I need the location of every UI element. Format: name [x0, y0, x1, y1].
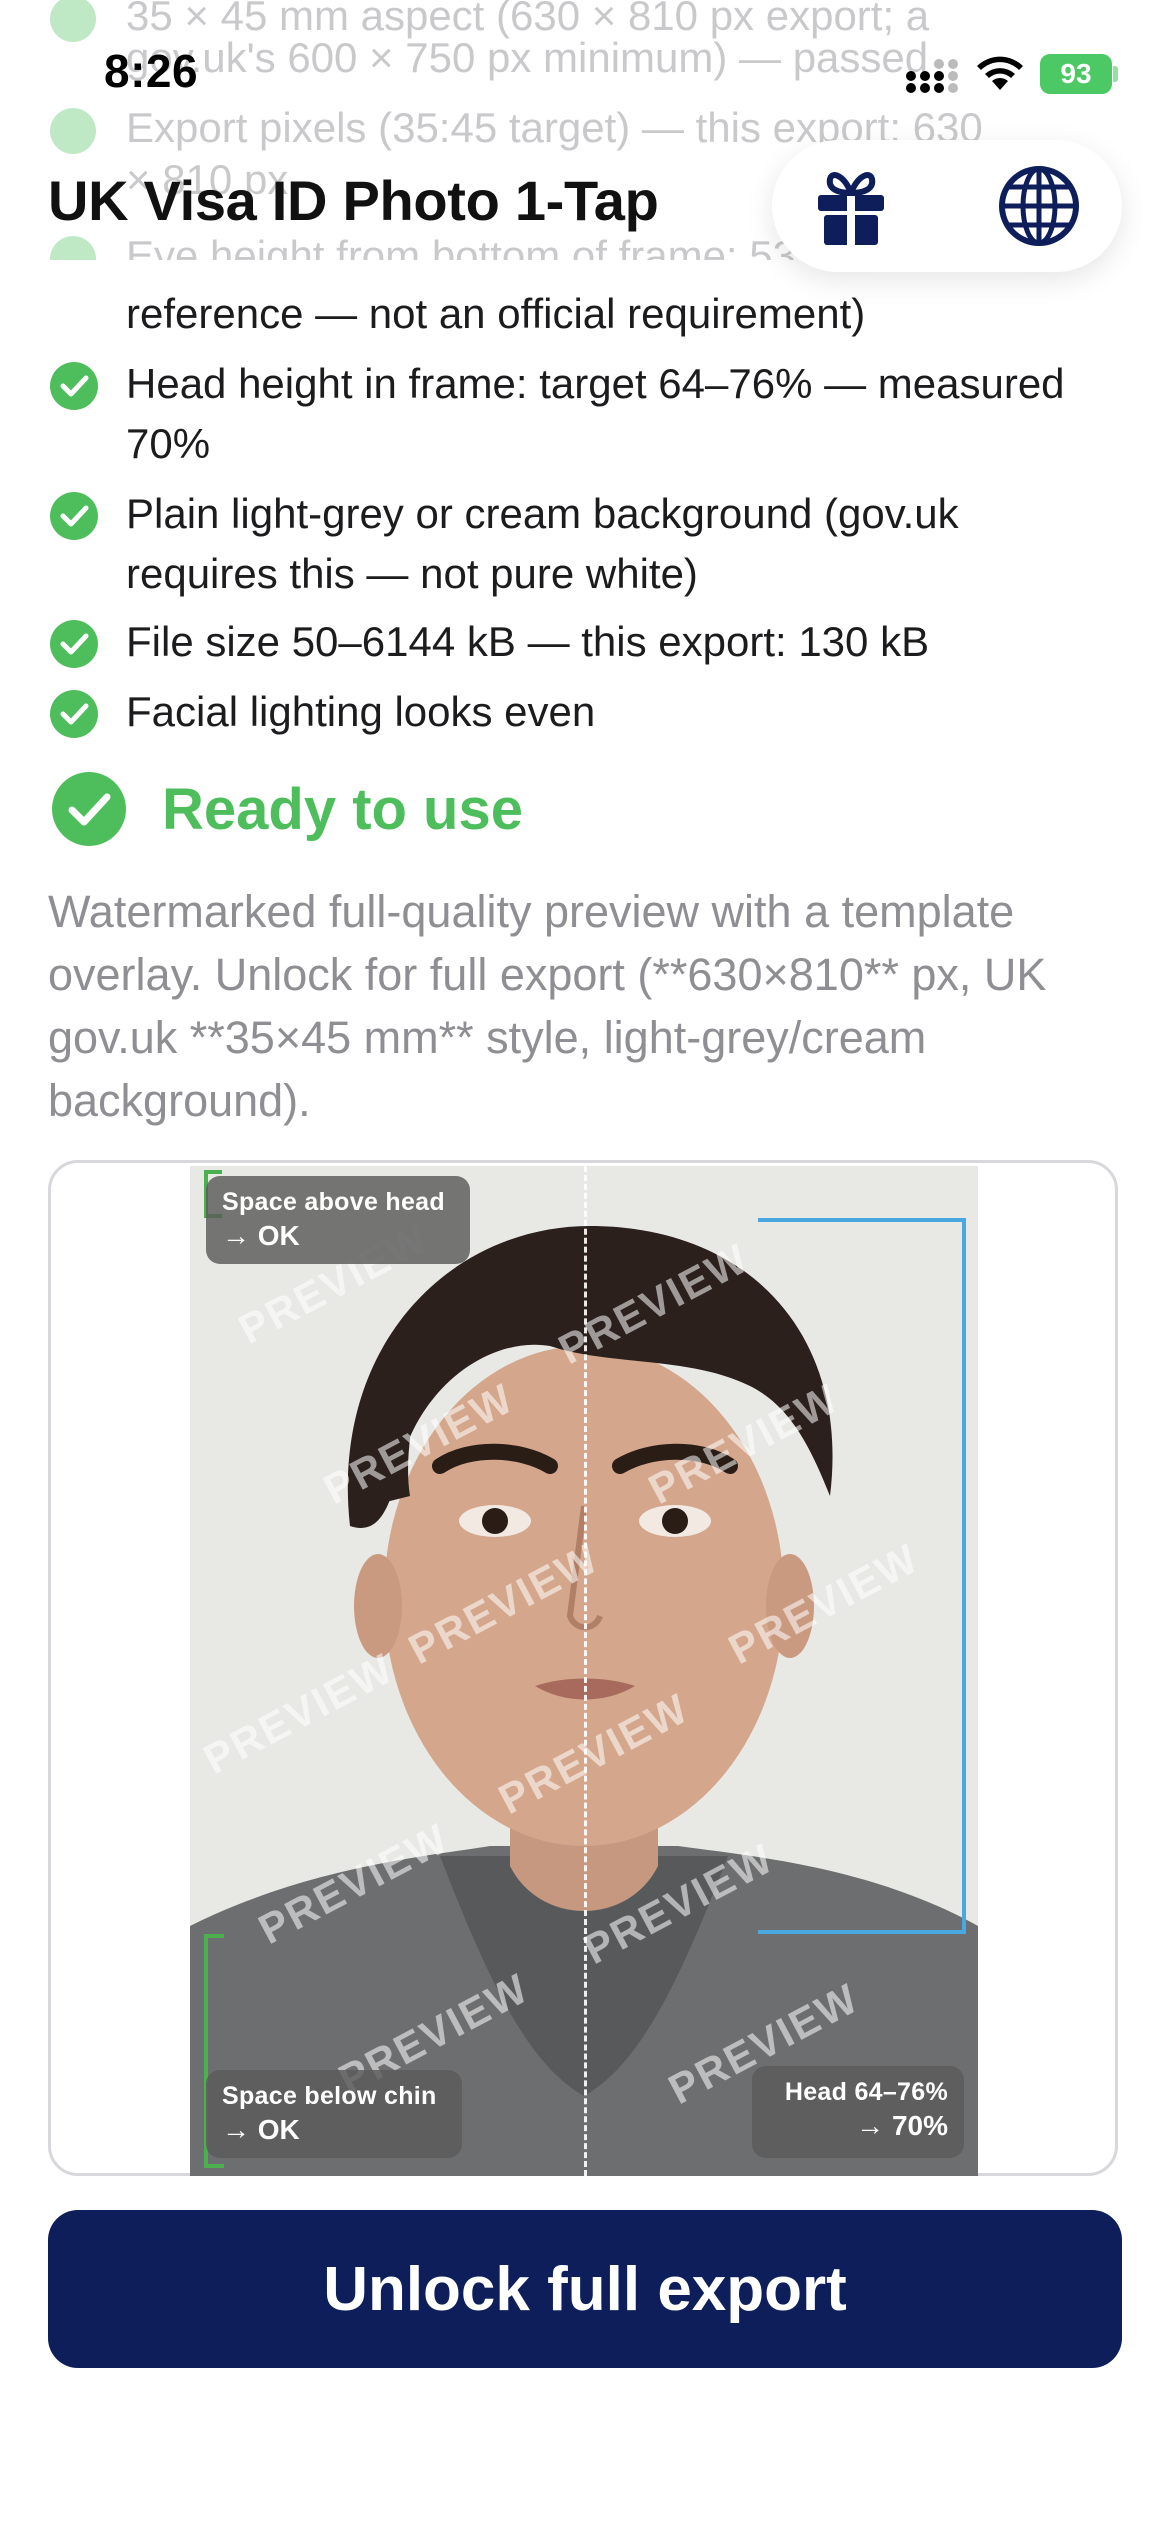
space-above-head-tag: Space above head → OK — [206, 1176, 470, 1264]
cellular-signal-icon — [906, 59, 958, 93]
head-height-bracket — [758, 1218, 966, 1934]
preview-description: Watermarked full-quality preview with a … — [48, 886, 1047, 1126]
gift-icon[interactable] — [808, 163, 894, 249]
check-item-lighting: Facial lighting looks even — [50, 682, 1110, 742]
ready-status-label: Ready to use — [162, 777, 523, 842]
check-circle-icon — [50, 620, 98, 668]
app-title: UK Visa ID Photo 1-Tap — [48, 169, 659, 232]
ready-check-icon — [52, 772, 126, 846]
wifi-icon — [977, 56, 1023, 90]
check-item-head-height: Head height in frame: target 64–76% — me… — [50, 354, 1110, 474]
status-time: 8:26 — [104, 45, 199, 97]
head-height-tag: Head 64–76% → 70% — [752, 2066, 964, 2158]
status-bar: 8:26 93 — [0, 0, 1170, 140]
check-item-background: Plain light-grey or cream background (go… — [50, 484, 1110, 604]
globe-icon[interactable] — [996, 163, 1082, 249]
check-circle-icon — [50, 362, 98, 410]
unlock-export-button[interactable]: Unlock full export — [48, 2210, 1122, 2368]
check-item-eye-height: reference — not an official requirement) — [126, 290, 866, 337]
check-circle-icon — [50, 492, 98, 540]
battery-nub — [1113, 66, 1118, 82]
space-below-chin-tag: Space below chin → OK — [206, 2070, 462, 2158]
battery-indicator: 93 — [1040, 54, 1112, 94]
center-guide-line — [584, 1166, 587, 2176]
check-item-file-size: File size 50–6144 kB — this export: 130 … — [50, 612, 1110, 672]
check-circle-icon — [50, 690, 98, 738]
